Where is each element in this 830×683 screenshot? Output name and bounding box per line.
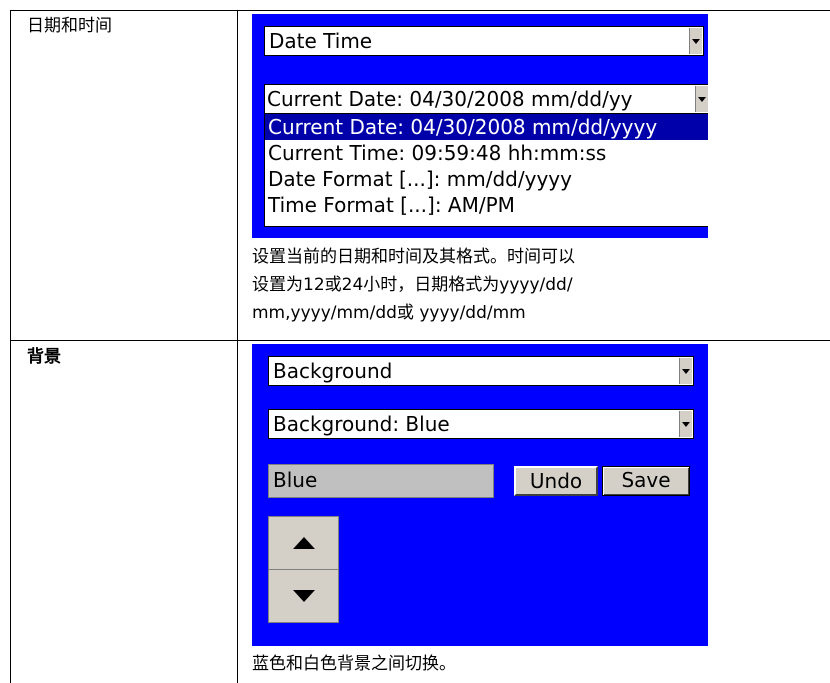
date-time-options-list[interactable]: Current Date: 04/30/2008 mm/dd/yyyy Curr… [264,113,708,227]
row-label-background: 背景 [27,347,61,367]
chevron-down-icon[interactable] [689,28,702,54]
date-time-setting-combo-value: Current Date: 04/30/2008 mm/dd/yy [267,87,633,111]
table-border-top [10,10,830,11]
table-border-left [10,10,11,683]
triangle-down-icon [292,590,315,602]
background-color-combo[interactable]: Background: Blue [268,409,694,439]
background-combo[interactable]: Background [268,356,694,386]
background-screen: Background Background: Blue Blue Undo Sa… [252,344,708,646]
background-combo-value: Background [273,359,393,383]
list-item-date-format[interactable]: Date Format [...]: mm/dd/yyyy [265,166,708,192]
description-line: 蓝色和白色背景之间切换。 [252,654,456,674]
scroll-up-button[interactable] [268,516,339,570]
chevron-down-icon[interactable] [695,86,708,112]
list-item-time-format[interactable]: Time Format [...]: AM/PM [265,192,708,218]
table-column-divider [237,10,238,683]
table-row-divider [10,340,830,341]
date-time-setting-combo[interactable]: Current Date: 04/30/2008 mm/dd/yy [264,84,708,114]
row-label-date-time: 日期和时间 [27,16,112,36]
list-item-current-date[interactable]: Current Date: 04/30/2008 mm/dd/yyyy [265,114,708,140]
date-time-screen: Date Time Current Date: 04/30/2008 mm/dd… [252,14,708,238]
date-time-description: 设置当前的日期和时间及其格式。时间可以 设置为12或24小时，日期格式为yyyy… [252,243,575,327]
background-value-field[interactable]: Blue [268,464,494,498]
background-color-combo-value: Background: Blue [273,412,450,436]
undo-button[interactable]: Undo [514,466,598,496]
date-time-combo[interactable]: Date Time [264,26,704,56]
save-button[interactable]: Save [602,466,690,496]
description-line: mm,yyyy/mm/dd或 yyyy/dd/mm [252,303,526,323]
background-description: 蓝色和白色背景之间切换。 [252,650,456,678]
chevron-down-icon[interactable] [679,358,692,384]
description-line: 设置为12或24小时，日期格式为yyyy/dd/ [252,275,573,295]
triangle-up-icon [292,537,315,549]
description-line: 设置当前的日期和时间及其格式。时间可以 [252,247,575,267]
scroll-down-button[interactable] [268,569,339,623]
date-time-combo-value: Date Time [269,29,373,53]
list-item-current-time[interactable]: Current Time: 09:59:48 hh:mm:ss [265,140,708,166]
chevron-down-icon[interactable] [679,411,692,437]
